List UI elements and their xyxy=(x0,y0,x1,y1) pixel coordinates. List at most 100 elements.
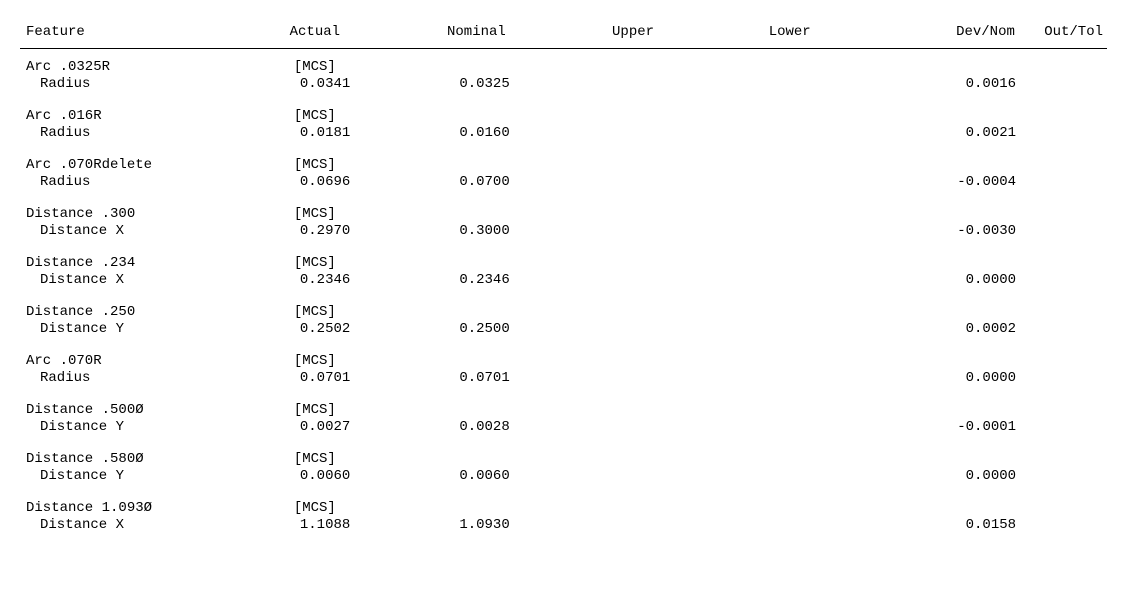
value-upper xyxy=(562,419,717,437)
feature-name: Arc .016R xyxy=(20,108,232,126)
table-body: Arc .0325R[MCS]Radius0.03410.03250.0016A… xyxy=(20,59,1107,535)
value-actual: 0.0060 xyxy=(243,468,407,486)
feature-param: Radius xyxy=(20,370,243,388)
value-nominal: 0.0700 xyxy=(407,174,562,192)
value-actual: 0.0701 xyxy=(243,370,407,388)
value-devnom: 0.0016 xyxy=(871,76,1016,94)
value-lower xyxy=(716,76,871,94)
value-devnom: 0.0158 xyxy=(871,517,1016,535)
feature-cs: [MCS] xyxy=(232,353,398,371)
feature-name: Distance .500Ø xyxy=(20,402,232,420)
feature-name: Arc .0325R xyxy=(20,59,232,77)
feature-value-row: Radius0.07010.07010.0000 xyxy=(20,370,1107,388)
value-devnom: 0.0002 xyxy=(871,321,1016,339)
value-devnom: 0.0000 xyxy=(871,468,1016,486)
value-actual: 0.0341 xyxy=(243,76,407,94)
header-lower: Lower xyxy=(711,24,868,42)
feature-name-row: Distance .234[MCS] xyxy=(20,255,1107,273)
feature-cs: [MCS] xyxy=(232,402,398,420)
value-upper xyxy=(562,468,717,486)
table-row: Arc .070R[MCS]Radius0.07010.07010.0000 xyxy=(20,353,1107,388)
feature-cs: [MCS] xyxy=(232,108,398,126)
value-actual: 0.2502 xyxy=(243,321,407,339)
value-outtol xyxy=(1016,419,1107,437)
value-devnom: -0.0004 xyxy=(871,174,1016,192)
value-nominal: 0.3000 xyxy=(407,223,562,241)
value-actual: 0.2346 xyxy=(243,272,407,290)
value-nominal: 0.2346 xyxy=(407,272,562,290)
table-row: Distance .250[MCS]Distance Y0.25020.2500… xyxy=(20,304,1107,339)
value-upper xyxy=(562,321,717,339)
value-devnom: 0.0000 xyxy=(871,370,1016,388)
value-devnom: -0.0001 xyxy=(871,419,1016,437)
value-lower xyxy=(716,272,871,290)
feature-cs: [MCS] xyxy=(232,206,398,224)
value-outtol xyxy=(1016,76,1107,94)
feature-cs: [MCS] xyxy=(232,500,398,518)
value-devnom: 0.0000 xyxy=(871,272,1016,290)
table-header: Feature Actual Nominal Upper Lower Dev/N… xyxy=(20,24,1107,49)
value-devnom: -0.0030 xyxy=(871,223,1016,241)
table-row: Distance .580Ø[MCS]Distance Y0.00600.006… xyxy=(20,451,1107,486)
feature-cs: [MCS] xyxy=(232,451,398,469)
value-outtol xyxy=(1016,468,1107,486)
value-nominal: 0.0325 xyxy=(407,76,562,94)
header-devnom: Dev/Nom xyxy=(868,24,1015,42)
feature-name-row: Distance 1.093Ø[MCS] xyxy=(20,500,1107,518)
value-outtol xyxy=(1016,125,1107,143)
value-devnom: 0.0021 xyxy=(871,125,1016,143)
table-row: Arc .016R[MCS]Radius0.01810.0160 0.0021 xyxy=(20,108,1107,143)
feature-name-row: Arc .016R[MCS] xyxy=(20,108,1107,126)
feature-name: Arc .070Rdelete xyxy=(20,157,232,175)
value-lower xyxy=(716,370,871,388)
value-upper xyxy=(562,125,717,143)
value-nominal: 0.0028 xyxy=(407,419,562,437)
table-row: Arc .0325R[MCS]Radius0.03410.0325 0.0016 xyxy=(20,59,1107,94)
feature-param: Radius xyxy=(20,174,243,192)
feature-name: Distance .234 xyxy=(20,255,232,273)
feature-param: Radius xyxy=(20,76,243,94)
feature-name: Distance .250 xyxy=(20,304,232,322)
value-nominal: 0.0160 xyxy=(407,125,562,143)
feature-param: Distance Y xyxy=(20,321,243,339)
value-nominal: 0.0701 xyxy=(407,370,562,388)
feature-name: Distance 1.093Ø xyxy=(20,500,232,518)
table-row: Distance 1.093Ø[MCS]Distance X1.10881.09… xyxy=(20,500,1107,535)
value-lower xyxy=(716,223,871,241)
value-actual: 1.1088 xyxy=(243,517,407,535)
report-page: Feature Actual Nominal Upper Lower Dev/N… xyxy=(0,0,1127,573)
value-nominal: 1.0930 xyxy=(407,517,562,535)
value-actual: 0.0181 xyxy=(243,125,407,143)
feature-param: Distance X xyxy=(20,223,243,241)
value-actual: 0.2970 xyxy=(243,223,407,241)
feature-value-row: Radius0.06960.0700 -0.0004 xyxy=(20,174,1107,192)
feature-name-row: Arc .0325R[MCS] xyxy=(20,59,1107,77)
value-lower xyxy=(716,174,871,192)
feature-value-row: Radius0.03410.0325 0.0016 xyxy=(20,76,1107,94)
feature-cs: [MCS] xyxy=(232,59,398,77)
header-outtol: Out/Tol xyxy=(1015,24,1107,42)
feature-name-row: Distance .500Ø[MCS] xyxy=(20,402,1107,420)
value-actual: 0.0696 xyxy=(243,174,407,192)
value-lower xyxy=(716,321,871,339)
feature-value-row: Distance X1.10881.09300.0158 xyxy=(20,517,1107,535)
value-upper xyxy=(562,76,717,94)
value-lower xyxy=(716,468,871,486)
table-row: Distance .234[MCS]Distance X0.23460.2346… xyxy=(20,255,1107,290)
feature-cs: [MCS] xyxy=(232,304,398,322)
value-upper xyxy=(562,517,717,535)
feature-value-row: Distance X0.23460.23460.0000 xyxy=(20,272,1107,290)
header-feature: Feature xyxy=(20,24,232,42)
value-lower xyxy=(716,517,871,535)
value-lower xyxy=(716,125,871,143)
header-actual: Actual xyxy=(232,24,398,42)
table-row: Distance .500Ø[MCS]Distance Y0.00270.002… xyxy=(20,402,1107,437)
feature-param: Radius xyxy=(20,125,243,143)
value-outtol xyxy=(1016,223,1107,241)
value-outtol xyxy=(1016,370,1107,388)
table-row: Arc .070Rdelete[MCS]Radius0.06960.0700-0… xyxy=(20,157,1107,192)
value-outtol xyxy=(1016,174,1107,192)
table-row: Distance .300[MCS]Distance X0.29700.3000… xyxy=(20,206,1107,241)
feature-name-row: Distance .250[MCS] xyxy=(20,304,1107,322)
value-upper xyxy=(562,174,717,192)
